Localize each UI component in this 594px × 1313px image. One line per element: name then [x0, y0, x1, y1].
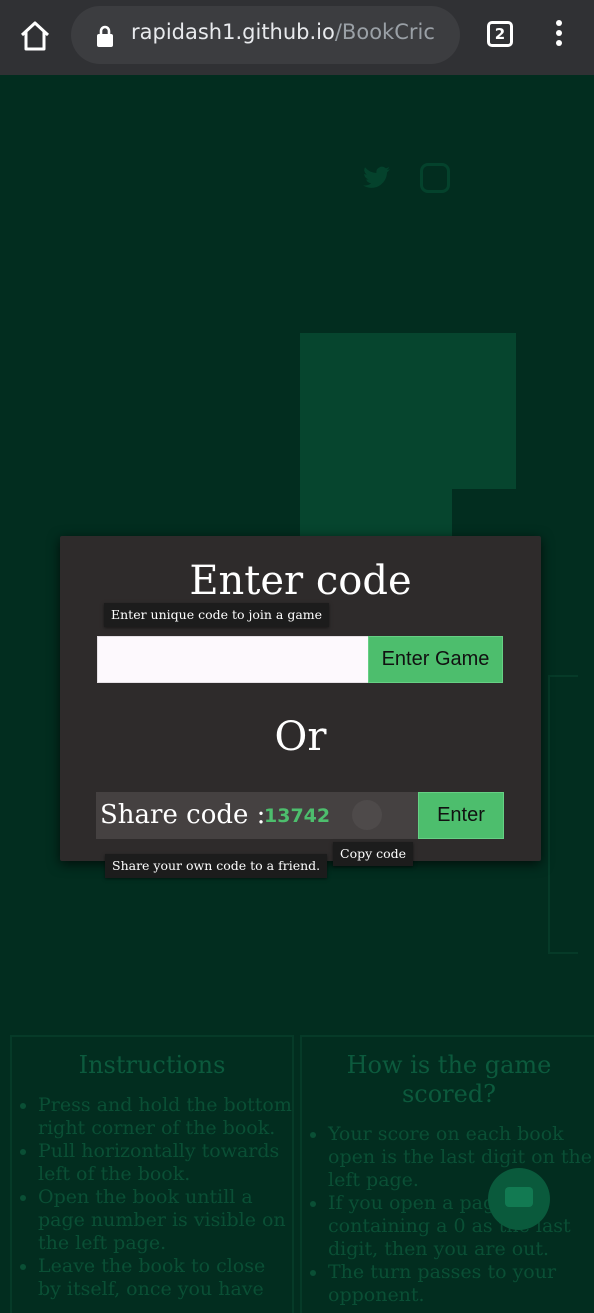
tab-switcher-icon[interactable]: 2 [487, 21, 513, 47]
twitter-icon[interactable] [360, 163, 392, 193]
chat-button[interactable] [488, 1168, 550, 1230]
instagram-icon[interactable] [420, 163, 450, 193]
share-code-bar: Share code : 13742 [96, 792, 418, 839]
join-code-tooltip: Enter unique code to join a game [104, 603, 330, 627]
book-image[interactable] [300, 333, 516, 557]
list-item: Open the book untill a page number is vi… [38, 1186, 292, 1255]
list-item: Your score on each book open is the last… [328, 1123, 594, 1192]
share-code-tooltip: Share your own code to a friend. [105, 854, 328, 878]
chat-icon [505, 1187, 533, 1207]
side-panel [548, 675, 578, 954]
url-host: rapidash1.github.io [131, 20, 335, 44]
copy-icon[interactable] [352, 800, 382, 830]
scoring-list: Your score on each book open is the last… [302, 1123, 594, 1307]
scoring-heading: How is the game scored? [346, 1051, 552, 1108]
address-bar[interactable]: rapidash1.github.io/BookCric [71, 6, 460, 64]
share-code-value: 13742 [264, 805, 331, 827]
or-divider-label: Or [274, 714, 327, 760]
list-item: The turn passes to your opponent. [328, 1261, 594, 1307]
modal-title: Enter code [189, 558, 412, 604]
url-text: rapidash1.github.io/BookCric [131, 20, 435, 44]
more-vert-icon[interactable] [550, 20, 568, 50]
scoring-panel: How is the game scored? Your score on ea… [300, 1035, 594, 1313]
list-item: Leave the book to close by itself, once … [38, 1255, 292, 1301]
list-item: If you open a page containing a 0 as the… [328, 1192, 594, 1261]
instructions-panel: Instructions Press and hold the bottom r… [10, 1035, 294, 1313]
enter-button[interactable]: Enter [418, 792, 504, 839]
list-item: Press and hold the bottom right corner o… [38, 1094, 292, 1140]
list-item: Pull horizontally towards left of the bo… [38, 1140, 292, 1186]
url-path: /BookCric [334, 20, 435, 44]
lock-icon [97, 25, 113, 47]
enter-code-modal: Enter code Enter unique code to join a g… [60, 536, 541, 878]
join-code-input[interactable] [97, 636, 369, 683]
share-code-label: Share code : [100, 800, 266, 830]
instructions-heading: Instructions [78, 1051, 226, 1079]
enter-game-button[interactable]: Enter Game [368, 636, 503, 683]
instructions-list: Press and hold the bottom right corner o… [12, 1094, 292, 1301]
copy-code-tooltip: Copy code [333, 842, 414, 866]
home-icon[interactable] [18, 19, 52, 53]
browser-toolbar: rapidash1.github.io/BookCric 2 [0, 0, 594, 75]
